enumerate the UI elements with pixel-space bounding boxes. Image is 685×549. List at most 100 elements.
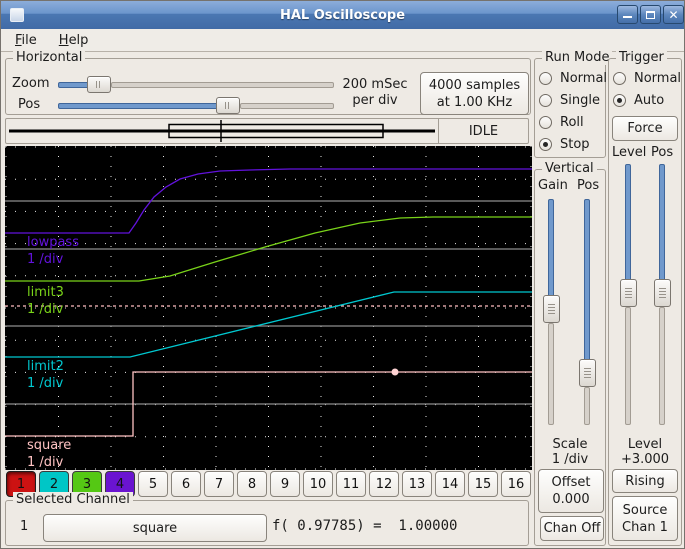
vertical-scale-label: Scale bbox=[552, 437, 588, 452]
trigger-readout-value: +3.000 bbox=[620, 452, 670, 467]
selected-channel-frame: Selected Channel 1 square f( 0.97785) = … bbox=[5, 492, 529, 546]
radio-icon bbox=[539, 71, 552, 85]
radio-icon bbox=[539, 137, 552, 151]
trigger-pos-handle[interactable] bbox=[654, 279, 671, 307]
trigger-options: Normal Auto bbox=[613, 67, 681, 111]
hal-oscilloscope-window: HAL Oscilloscope ✕ File Help Horizontal Z… bbox=[0, 0, 685, 549]
trace-scale-limit3: 1 /div bbox=[27, 302, 64, 317]
menu-file[interactable]: File bbox=[7, 31, 45, 50]
trigger-legend: Trigger bbox=[616, 50, 667, 65]
trigger-level-slider[interactable] bbox=[620, 164, 637, 425]
pos-slider-fill bbox=[58, 103, 218, 109]
radio-auto[interactable]: Auto bbox=[613, 89, 681, 111]
capture-status: IDLE bbox=[438, 119, 528, 143]
function-readout: f( 0.97785) = 1.00000 bbox=[272, 518, 458, 534]
radio-normal[interactable]: Normal bbox=[613, 67, 681, 89]
run-mode-legend: Run Mode bbox=[542, 50, 613, 65]
zoom-slider-label: Zoom bbox=[12, 76, 50, 91]
channel-button-12[interactable]: 12 bbox=[369, 471, 399, 497]
trigger-source-button[interactable]: Source Chan 1 bbox=[612, 496, 678, 541]
maximize-button[interactable] bbox=[640, 5, 661, 24]
slider-track bbox=[584, 387, 590, 425]
offset-line1: Offset bbox=[551, 475, 591, 490]
time-per-div-line1: 200 mSec bbox=[342, 77, 408, 92]
channel-button-10[interactable]: 10 bbox=[303, 471, 333, 497]
vertical-offset-button[interactable]: Offset 0.000 bbox=[538, 469, 604, 513]
close-icon: ✕ bbox=[668, 8, 679, 22]
trace-name-lowpass: lowpass bbox=[27, 235, 79, 250]
samples-line1: 4000 samples bbox=[428, 77, 521, 93]
grip-icon bbox=[548, 304, 555, 314]
vertical-legend: Vertical bbox=[542, 161, 597, 176]
trigger-point-marker bbox=[391, 368, 399, 376]
window-title: HAL Oscilloscope bbox=[279, 7, 406, 23]
grip-icon bbox=[659, 288, 666, 298]
channel-button-16[interactable]: 16 bbox=[501, 471, 531, 497]
pos-slider-handle[interactable] bbox=[216, 97, 240, 114]
time-per-div-readout: 200 mSec per div bbox=[335, 77, 415, 109]
menu-help[interactable]: Help bbox=[51, 31, 97, 50]
titlebar: HAL Oscilloscope ✕ bbox=[1, 1, 684, 29]
channel-button-7[interactable]: 7 bbox=[204, 471, 234, 497]
slider-track bbox=[548, 323, 554, 425]
radio-label: Normal bbox=[634, 70, 682, 86]
trigger-readout-label: Level bbox=[627, 437, 663, 452]
channel-source-button[interactable]: square bbox=[43, 514, 267, 542]
vertical-pos-slider-label: Pos bbox=[577, 178, 600, 193]
trace-name-limit3: limit3 bbox=[27, 285, 64, 300]
trace-name-square: square bbox=[27, 438, 71, 453]
trigger-level-handle[interactable] bbox=[620, 279, 637, 307]
vertical-scale-value: 1 /div bbox=[551, 452, 589, 467]
channel-button-11[interactable]: 11 bbox=[336, 471, 366, 497]
slider-track bbox=[659, 307, 665, 425]
record-view bbox=[9, 120, 435, 142]
samples-button[interactable]: 4000 samples at 1.00 KHz bbox=[420, 72, 529, 115]
minimize-icon bbox=[623, 16, 632, 18]
scope-display[interactable]: lowpass 1 /div limit3 1 /div limit2 1 /div squ… bbox=[5, 146, 532, 470]
radio-icon bbox=[539, 93, 552, 107]
horizontal-pos-slider[interactable] bbox=[58, 97, 334, 114]
minimize-button[interactable] bbox=[617, 5, 638, 24]
scope-background bbox=[5, 146, 532, 470]
channel-button-15[interactable]: 15 bbox=[468, 471, 498, 497]
horizontal-legend: Horizontal bbox=[13, 50, 86, 65]
trigger-pos-slider[interactable] bbox=[654, 164, 671, 425]
menubar: File Help bbox=[1, 29, 684, 52]
vertical-gain-slider-label: Gain bbox=[538, 178, 568, 193]
trigger-pos-slider-label: Pos bbox=[651, 145, 674, 160]
trace-name-limit2: limit2 bbox=[27, 359, 64, 374]
zoom-slider-track bbox=[111, 82, 334, 88]
selected-channel-number: 1 bbox=[20, 519, 29, 534]
slider-fill bbox=[625, 164, 631, 281]
radio-roll[interactable]: Roll bbox=[539, 111, 607, 133]
offset-line2: 0.000 bbox=[552, 492, 590, 507]
radio-icon bbox=[539, 115, 552, 129]
close-button[interactable]: ✕ bbox=[663, 5, 684, 24]
radio-single[interactable]: Single bbox=[539, 89, 607, 111]
channel-button-13[interactable]: 13 bbox=[402, 471, 432, 497]
radio-label: Normal bbox=[560, 70, 608, 86]
horizontal-zoom-slider[interactable] bbox=[58, 76, 334, 93]
trigger-source-line1: Source bbox=[622, 502, 668, 518]
channel-button-6[interactable]: 6 bbox=[171, 471, 201, 497]
vertical-pos-slider[interactable] bbox=[579, 199, 596, 425]
channel-button-9[interactable]: 9 bbox=[270, 471, 300, 497]
vertical-pos-handle[interactable] bbox=[579, 359, 596, 387]
vertical-gain-slider[interactable] bbox=[543, 199, 560, 425]
channel-button-14[interactable]: 14 bbox=[435, 471, 465, 497]
vertical-gain-handle[interactable] bbox=[543, 295, 560, 323]
radio-label: Stop bbox=[560, 136, 590, 152]
channel-button-8[interactable]: 8 bbox=[237, 471, 267, 497]
zoom-slider-handle[interactable] bbox=[87, 76, 111, 93]
radio-normal[interactable]: Normal bbox=[539, 67, 607, 89]
grip-icon bbox=[584, 368, 591, 378]
radio-icon bbox=[613, 71, 626, 85]
trigger-force-button[interactable]: Force bbox=[612, 116, 678, 141]
trigger-edge-button[interactable]: Rising bbox=[612, 469, 678, 493]
chan-off-button[interactable]: Chan Off bbox=[540, 516, 604, 541]
grip-icon bbox=[625, 288, 632, 298]
channel-button-5[interactable]: 5 bbox=[138, 471, 168, 497]
slider-track bbox=[625, 307, 631, 425]
trace-scale-limit2: 1 /div bbox=[27, 376, 64, 391]
radio-stop[interactable]: Stop bbox=[539, 133, 607, 155]
